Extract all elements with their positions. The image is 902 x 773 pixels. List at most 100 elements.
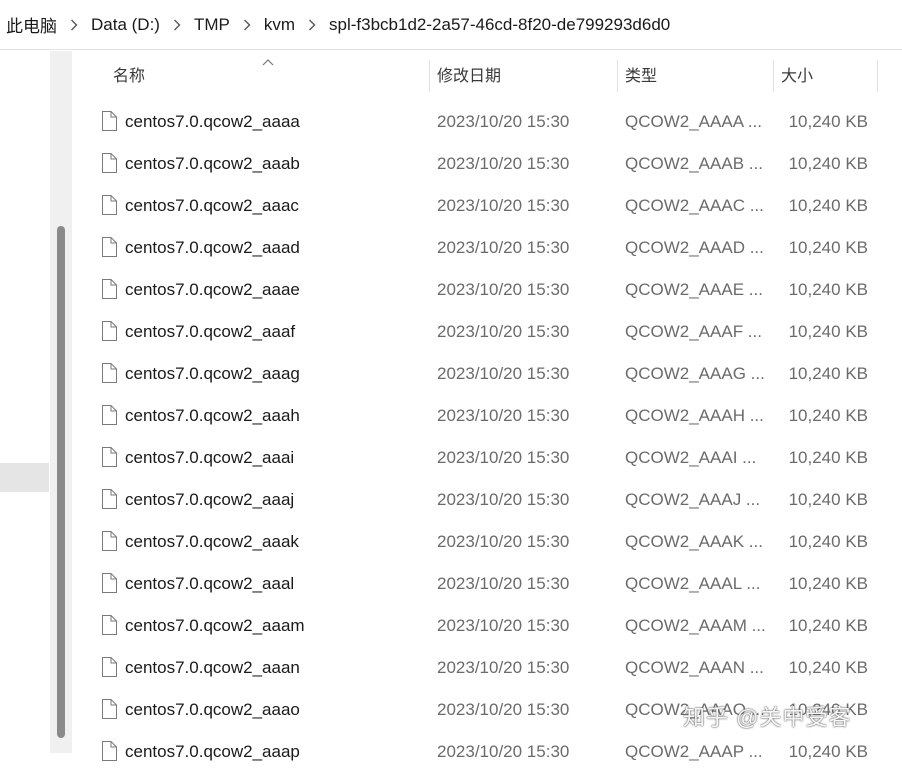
file-type: QCOW2_AAAK ...	[625, 532, 763, 551]
column-header-size[interactable]: 大小	[781, 51, 877, 97]
table-row[interactable]: centos7.0.qcow2_aaal 2023/10/20 15:30 QCOW…	[0, 563, 902, 605]
file-size: 10,240 KB	[788, 742, 868, 761]
table-row[interactable]: centos7.0.qcow2_aaag 2023/10/20 15:30 QCOW…	[0, 353, 902, 395]
file-name: centos7.0.qcow2_aaai	[125, 448, 295, 467]
breadcrumb-item-current-folder[interactable]: spl-f3bcb1d2-2a57-46cd-8f20-de799293d6d0	[329, 15, 670, 35]
column-header-date[interactable]: 修改日期	[437, 51, 617, 97]
table-row[interactable]: centos7.0.qcow2_aaah 2023/10/20 15:30 QCOW…	[0, 395, 902, 437]
file-name: centos7.0.qcow2_aaab	[125, 154, 300, 173]
file-icon	[101, 101, 119, 143]
file-type: QCOW2_AAAP ...	[625, 742, 763, 761]
table-row[interactable]: centos7.0.qcow2_aaam 2023/10/20 15:30 QCOW…	[0, 605, 902, 647]
breadcrumb-item-kvm[interactable]: kvm	[264, 15, 295, 35]
column-header-type[interactable]: 类型	[625, 51, 773, 97]
file-modified-date: 2023/10/20 15:30	[437, 112, 570, 131]
file-type: QCOW2_AAAD ...	[625, 238, 764, 257]
file-icon	[101, 227, 119, 269]
file-size: 10,240 KB	[788, 238, 868, 257]
table-row[interactable]: centos7.0.qcow2_aaad 2023/10/20 15:30 QCOW…	[0, 227, 902, 269]
chevron-right-icon[interactable]	[295, 15, 329, 35]
file-type: QCOW2_AAAJ ...	[625, 490, 761, 509]
table-row[interactable]: centos7.0.qcow2_aaac 2023/10/20 15:30 QCOW…	[0, 185, 902, 227]
chevron-right-icon[interactable]	[57, 15, 91, 35]
file-size: 10,240 KB	[788, 658, 868, 677]
breadcrumb-item-tmp[interactable]: TMP	[194, 15, 230, 35]
table-row[interactable]: centos7.0.qcow2_aaae 2023/10/20 15:30 QCOW…	[0, 269, 902, 311]
column-divider[interactable]	[877, 60, 878, 92]
file-type: QCOW2_AAAM ...	[625, 616, 766, 635]
file-size: 10,240 KB	[788, 574, 868, 593]
table-row[interactable]: centos7.0.qcow2_aaai 2023/10/20 15:30 QCOW…	[0, 437, 902, 479]
file-modified-date: 2023/10/20 15:30	[437, 574, 570, 593]
file-icon	[101, 605, 119, 647]
file-name: centos7.0.qcow2_aaak	[125, 532, 299, 551]
column-header-size-label: 大小	[781, 68, 814, 85]
file-name: centos7.0.qcow2_aaaa	[125, 112, 300, 131]
file-type: QCOW2_AAAH ...	[625, 406, 764, 425]
file-name: centos7.0.qcow2_aaao	[125, 700, 300, 719]
table-row[interactable]: centos7.0.qcow2_aaab 2023/10/20 15:30 QCOW…	[0, 143, 902, 185]
file-icon	[101, 395, 119, 437]
file-name: centos7.0.qcow2_aaaj	[125, 490, 295, 509]
breadcrumb: 此电脑 Data (D:) TMP kvm spl-f3bcb1d2-2a57-…	[0, 0, 902, 50]
file-icon	[101, 731, 119, 773]
file-size: 10,240 KB	[788, 154, 868, 173]
file-type: QCOW2_AAAE ...	[625, 280, 763, 299]
file-size: 10,240 KB	[788, 196, 868, 215]
file-modified-date: 2023/10/20 15:30	[437, 196, 570, 215]
table-row[interactable]: centos7.0.qcow2_aaan 2023/10/20 15:30 QCOW…	[0, 647, 902, 689]
column-header-type-label: 类型	[625, 68, 658, 85]
table-row[interactable]: centos7.0.qcow2_aaaj 2023/10/20 15:30 QCOW…	[0, 479, 902, 521]
table-row[interactable]: centos7.0.qcow2_aaaa 2023/10/20 15:30 QCOW…	[0, 101, 902, 143]
file-size: 10,240 KB	[788, 364, 868, 383]
file-icon	[101, 185, 119, 227]
file-icon	[101, 521, 119, 563]
file-icon	[101, 563, 119, 605]
file-modified-date: 2023/10/20 15:30	[437, 448, 570, 467]
file-modified-date: 2023/10/20 15:30	[437, 364, 570, 383]
file-modified-date: 2023/10/20 15:30	[437, 238, 570, 257]
column-divider[interactable]	[617, 60, 618, 92]
file-type: QCOW2_AAAL ...	[625, 574, 761, 593]
file-type: QCOW2_AAAA ...	[625, 112, 762, 131]
file-icon	[101, 143, 119, 185]
column-divider[interactable]	[773, 60, 774, 92]
file-name: centos7.0.qcow2_aaad	[125, 238, 300, 257]
table-row[interactable]: centos7.0.qcow2_aaak 2023/10/20 15:30 QCOW…	[0, 521, 902, 563]
file-size: 10,240 KB	[788, 322, 868, 341]
sort-ascending-icon	[262, 59, 274, 66]
file-icon	[101, 437, 119, 479]
file-modified-date: 2023/10/20 15:30	[437, 616, 570, 635]
column-header-name-label: 名称	[113, 68, 146, 85]
file-type: QCOW2_AAAN ...	[625, 658, 764, 677]
file-name: centos7.0.qcow2_aaae	[125, 280, 300, 299]
file-name: centos7.0.qcow2_aaan	[125, 658, 300, 677]
breadcrumb-item-drive[interactable]: Data (D:)	[91, 15, 160, 35]
table-row[interactable]: centos7.0.qcow2_aaaf 2023/10/20 15:30 QCOW…	[0, 311, 902, 353]
file-modified-date: 2023/10/20 15:30	[437, 406, 570, 425]
file-modified-date: 2023/10/20 15:30	[437, 490, 570, 509]
file-modified-date: 2023/10/20 15:30	[437, 700, 570, 719]
file-modified-date: 2023/10/20 15:30	[437, 322, 570, 341]
file-modified-date: 2023/10/20 15:30	[437, 154, 570, 173]
file-name: centos7.0.qcow2_aaah	[125, 406, 300, 425]
file-size: 10,240 KB	[788, 448, 868, 467]
chevron-right-icon[interactable]	[230, 15, 264, 35]
watermark: 知乎 @关中受客	[683, 705, 852, 730]
column-divider[interactable]	[429, 60, 430, 92]
file-name: centos7.0.qcow2_aaac	[125, 196, 299, 215]
breadcrumb-item-this-pc[interactable]: 此电脑	[6, 12, 57, 37]
table-row[interactable]: centos7.0.qcow2_aaap 2023/10/20 15:30 QCOW…	[0, 731, 902, 773]
file-icon	[101, 269, 119, 311]
file-type: QCOW2_AAAG ...	[625, 364, 765, 383]
file-name: centos7.0.qcow2_aaam	[125, 616, 305, 635]
file-icon	[101, 353, 119, 395]
file-size: 10,240 KB	[788, 406, 868, 425]
file-size: 10,240 KB	[788, 616, 868, 635]
file-size: 10,240 KB	[788, 112, 868, 131]
file-type: QCOW2_AAAF ...	[625, 322, 762, 341]
file-type: QCOW2_AAAB ...	[625, 154, 763, 173]
file-icon	[101, 479, 119, 521]
chevron-right-icon[interactable]	[160, 15, 194, 35]
file-size: 10,240 KB	[788, 280, 868, 299]
